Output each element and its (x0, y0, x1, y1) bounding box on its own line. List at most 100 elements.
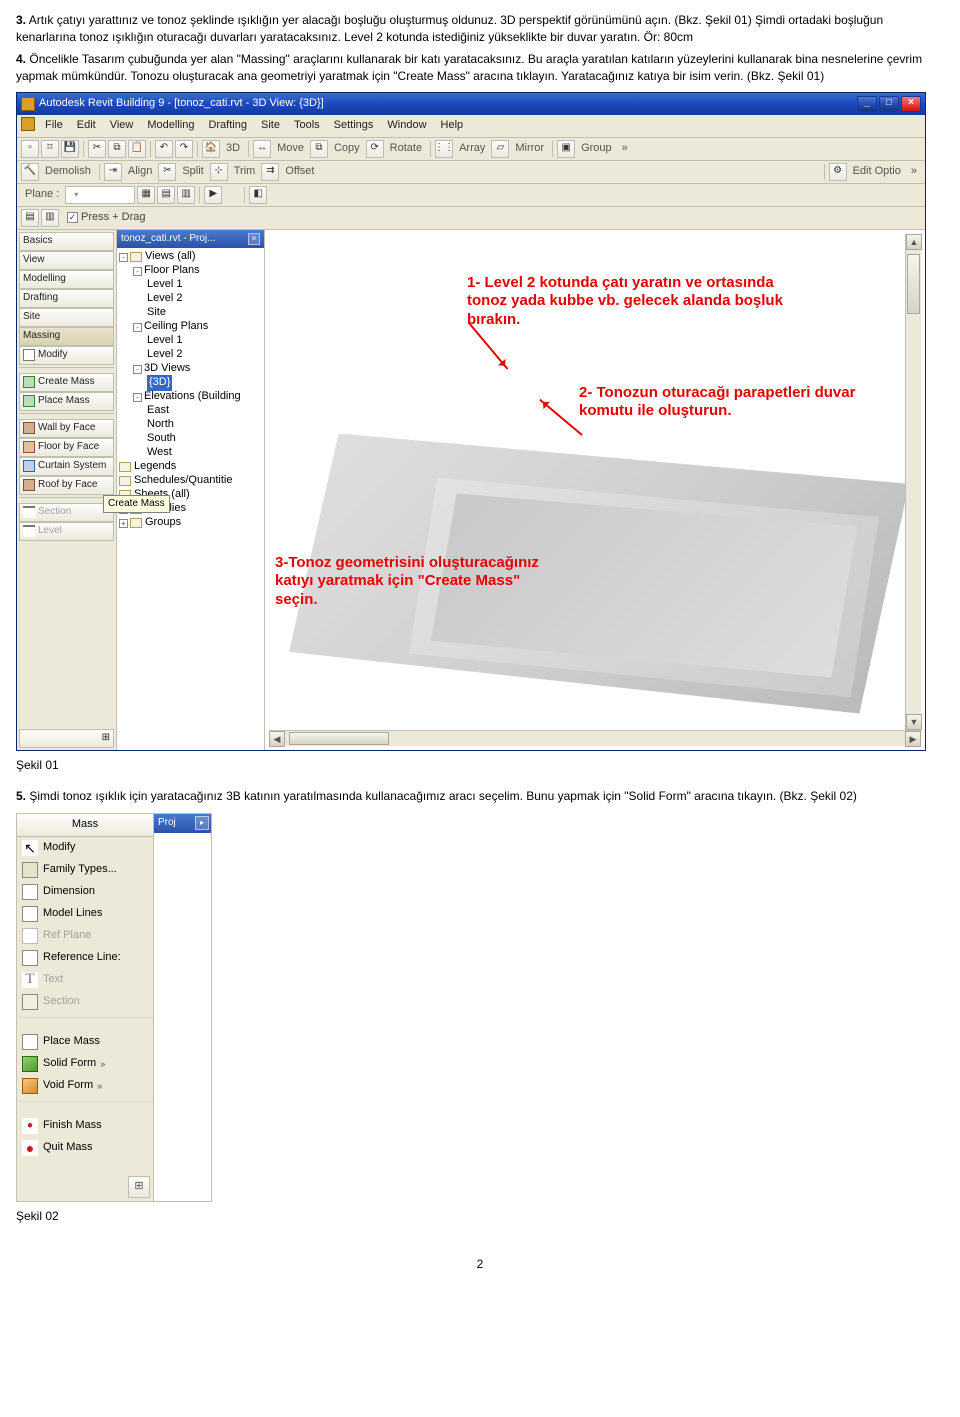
split-label[interactable]: Split (178, 164, 207, 180)
cut-icon[interactable]: ✂ (88, 140, 106, 158)
mass-refline[interactable]: Reference Line: (17, 947, 153, 969)
demolish-icon[interactable]: 🔨 (21, 163, 39, 181)
trim-label[interactable]: Trim (230, 164, 260, 180)
move-label[interactable]: Move (273, 141, 308, 157)
group-icon[interactable]: ▣ (557, 140, 575, 158)
flyout-icon[interactable]: » (100, 1058, 105, 1071)
paste-icon[interactable]: 📋 (128, 140, 146, 158)
overflow-arrows-2[interactable]: » (907, 164, 921, 180)
plane-show-icon[interactable]: ▤ (157, 186, 175, 204)
menu-file[interactable]: File (39, 117, 69, 135)
pressdrag-checkbox[interactable]: ✓ (67, 212, 78, 223)
scroll-right-icon[interactable]: ▶ (905, 731, 921, 747)
mass-solidform[interactable]: Solid Form» (17, 1053, 153, 1075)
array-label[interactable]: Array (455, 141, 489, 157)
groups-node[interactable]: Groups (145, 515, 181, 531)
align-label[interactable]: Align (124, 164, 156, 180)
designbar-roofbyface[interactable]: Roof by Face (19, 476, 114, 495)
mass-expand[interactable]: ⊞ (128, 1176, 150, 1198)
editopt-label[interactable]: Edit Optio (849, 164, 905, 180)
designbar-expand[interactable]: ⊞ (19, 729, 114, 748)
editopt-icon[interactable]: ⚙ (829, 163, 847, 181)
plane-set-icon[interactable]: ▦ (137, 186, 155, 204)
vertical-scrollbar[interactable]: ▲ ▼ (905, 234, 921, 730)
designbar-wallbyface[interactable]: Wall by Face (19, 419, 114, 438)
mirror-icon[interactable]: ▱ (491, 140, 509, 158)
expand-icon[interactable]: - (133, 365, 142, 374)
align-icon[interactable]: ⇥ (104, 163, 122, 181)
plane-dropdown[interactable] (65, 186, 135, 204)
view3d-icon[interactable]: 🏠 (202, 140, 220, 158)
expand-icon[interactable]: - (133, 267, 142, 276)
trim-icon[interactable]: ⊹ (210, 163, 228, 181)
menu-view[interactable]: View (104, 117, 140, 135)
activate-icon[interactable]: ▶ (204, 186, 222, 204)
expand-icon[interactable]: - (133, 393, 142, 402)
designbar-placemass[interactable]: Place Mass (19, 392, 114, 411)
split-icon[interactable]: ✂ (158, 163, 176, 181)
rotate-icon[interactable]: ⟳ (366, 140, 384, 158)
expand-icon[interactable]: + (119, 519, 128, 528)
menu-drafting[interactable]: Drafting (202, 117, 253, 135)
designbar-curtainsystem[interactable]: Curtain System (19, 457, 114, 476)
copy-label[interactable]: Copy (330, 141, 364, 157)
move-icon[interactable]: ↔ (253, 140, 271, 158)
designbar-modelling[interactable]: Modelling (19, 270, 114, 289)
mass-header[interactable]: Mass (17, 814, 153, 837)
redo-icon[interactable]: ↷ (175, 140, 193, 158)
scroll-thumb-v[interactable] (907, 254, 920, 314)
offset-label[interactable]: Offset (281, 164, 318, 180)
flyout-icon[interactable]: » (97, 1080, 102, 1093)
menu-site[interactable]: Site (255, 117, 286, 135)
mass-voidform[interactable]: Void Form» (17, 1075, 153, 1097)
scroll-left-icon[interactable]: ◀ (269, 731, 285, 747)
mass-placemass[interactable]: Place Mass (17, 1031, 153, 1053)
menu-tools[interactable]: Tools (288, 117, 326, 135)
mass-familytypes[interactable]: Family Types... (17, 859, 153, 881)
array-icon[interactable]: ⋮⋮ (435, 140, 453, 158)
designbar-modify[interactable]: Modify (19, 346, 114, 365)
offset-icon[interactable]: ⇉ (261, 163, 279, 181)
save-icon[interactable]: 💾 (61, 140, 79, 158)
browser-header[interactable]: tonoz_cati.rvt - Proj... × (117, 230, 264, 249)
horizontal-scrollbar[interactable]: ◀ ▶ (269, 730, 921, 746)
menu-edit[interactable]: Edit (71, 117, 102, 135)
designbar-site[interactable]: Site (19, 308, 114, 327)
browser-fragment-arrow-icon[interactable]: ▸ (195, 816, 209, 830)
copy-icon[interactable]: ⧉ (108, 140, 126, 158)
open-icon[interactable]: ⌑ (41, 140, 59, 158)
overflow-arrows[interactable]: » (618, 141, 632, 157)
scroll-thumb-h[interactable] (289, 732, 389, 745)
menu-help[interactable]: Help (435, 117, 470, 135)
maximize-button[interactable]: □ (879, 96, 899, 112)
browser-close-icon[interactable]: × (248, 233, 260, 245)
menu-modelling[interactable]: Modelling (141, 117, 200, 135)
mass-quitmass[interactable]: Quit Mass (17, 1137, 153, 1159)
titlebar[interactable]: Autodesk Revit Building 9 - [tonoz_cati.… (17, 93, 925, 115)
filter2-icon[interactable]: ▥ (41, 209, 59, 227)
undo-icon[interactable]: ↶ (155, 140, 173, 158)
drawing-canvas[interactable]: 1- Level 2 kotunda çatı yaratın ve ortas… (265, 230, 925, 750)
designbar-view[interactable]: View (19, 251, 114, 270)
group-label[interactable]: Group (577, 141, 616, 157)
mass-dimension[interactable]: Dimension (17, 881, 153, 903)
expand-icon[interactable]: - (133, 323, 142, 332)
new-icon[interactable]: ▫ (21, 140, 39, 158)
demolish-label[interactable]: Demolish (41, 164, 95, 180)
menu-window[interactable]: Window (381, 117, 432, 135)
rotate-label[interactable]: Rotate (386, 141, 426, 157)
copy-tool-icon[interactable]: ⧉ (310, 140, 328, 158)
view3d-label[interactable]: 3D (222, 141, 244, 157)
mass-modellines[interactable]: Model Lines (17, 903, 153, 925)
minimize-button[interactable]: _ (857, 96, 877, 112)
mirror-label[interactable]: Mirror (511, 141, 548, 157)
some-tool-icon[interactable]: ◧ (249, 186, 267, 204)
menu-settings[interactable]: Settings (328, 117, 380, 135)
close-button[interactable]: × (901, 96, 921, 112)
designbar-massing[interactable]: Massing (19, 327, 114, 346)
designbar-drafting[interactable]: Drafting (19, 289, 114, 308)
scroll-up-icon[interactable]: ▲ (906, 234, 922, 250)
designbar-floorbyface[interactable]: Floor by Face (19, 438, 114, 457)
mass-modify[interactable]: Modify (17, 837, 153, 859)
designbar-createmass[interactable]: Create Mass (19, 373, 114, 392)
